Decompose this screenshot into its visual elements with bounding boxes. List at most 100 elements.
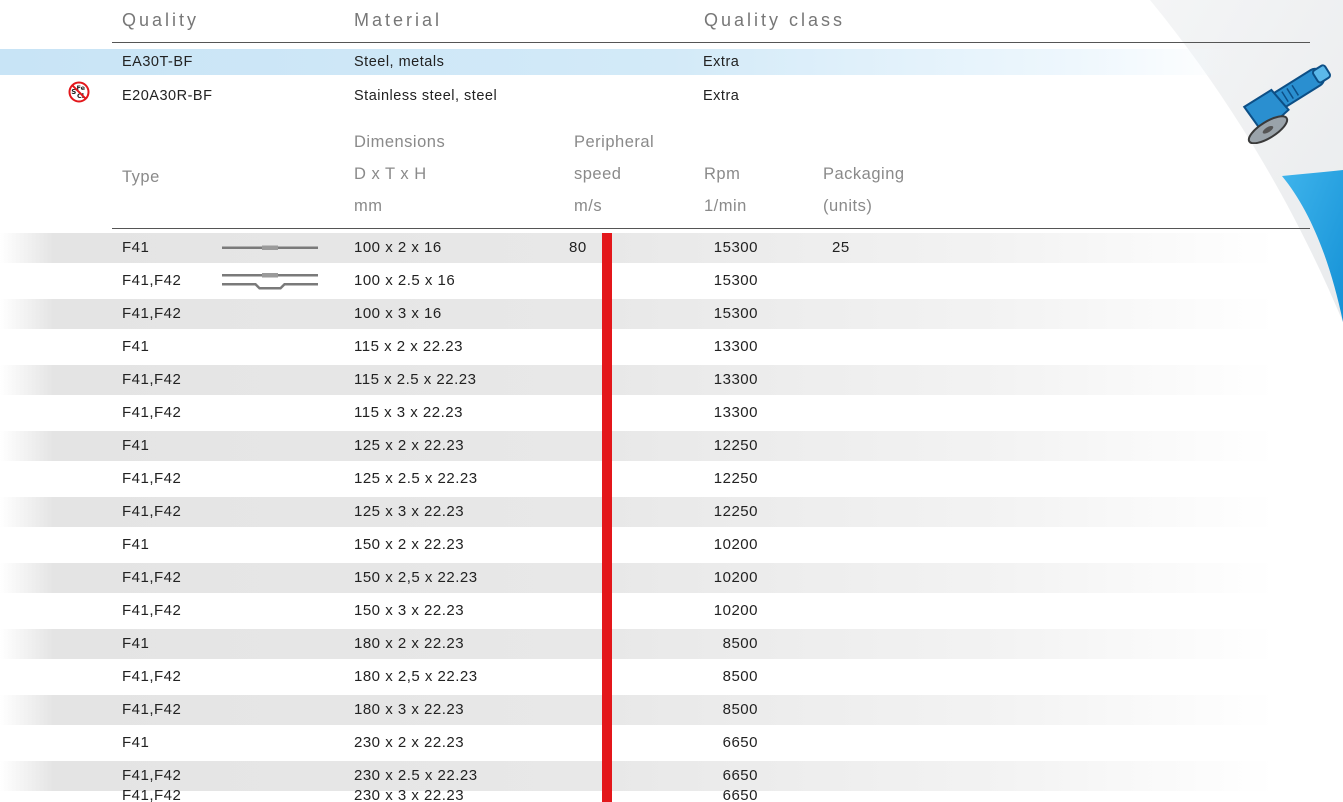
cell-rpm: 8500	[722, 635, 758, 652]
cell-dimensions: 100 x 3 x 16	[354, 305, 442, 322]
table-row: F41 230 x 2 x 22.23 6650	[0, 728, 1343, 758]
cell-dimensions: 150 x 3 x 22.23	[354, 602, 465, 619]
table-row: F41,F42 100 x 3 x 16 15300	[0, 299, 1343, 329]
quality-code: EA30T-BF	[122, 54, 193, 70]
disc-profile-f41-icon	[222, 245, 318, 250]
header-quality-class: Quality class	[704, 10, 846, 30]
header-peripheral-speed: Peripheral speed m/s	[574, 126, 654, 222]
cell-dimensions: 180 x 2,5 x 22.23	[354, 668, 478, 685]
cell-dimensions: 230 x 3 x 22.23	[354, 790, 465, 802]
quality-row: EA30T-BF Steel, metals Extra	[0, 49, 1343, 75]
cell-type: F41	[122, 239, 150, 256]
cell-dimensions: 150 x 2 x 22.23	[354, 536, 465, 553]
table-row: F41,F42 115 x 3 x 22.23 13300	[0, 398, 1343, 428]
table-row: F41,F42 230 x 3 x 22.23 6650	[0, 790, 1343, 802]
table-row: F41,F42 125 x 2.5 x 22.23 12250	[0, 464, 1343, 494]
table-row: F41,F42 125 x 3 x 22.23 12250	[0, 497, 1343, 527]
cell-dimensions: 150 x 2,5 x 22.23	[354, 569, 478, 586]
cell-rpm: 15300	[713, 239, 758, 256]
cell-dimensions: 115 x 2.5 x 22.23	[354, 371, 477, 388]
quality-table-header: Quality Material Quality class	[112, 0, 1310, 43]
quality-code: E20A30R-BF	[122, 88, 213, 104]
cell-dimensions: 115 x 3 x 22.23	[354, 404, 463, 421]
cell-rpm: 15300	[713, 272, 758, 289]
cell-type: F41,F42	[122, 569, 182, 586]
cell-rpm: 15300	[713, 305, 758, 322]
header-dimensions-line1: Dimensions	[354, 133, 446, 151]
quality-row: E20A30R-BF Stainless steel, steel Extra	[0, 83, 1343, 109]
cell-rpm: 12250	[713, 437, 758, 454]
cell-rpm: 13300	[713, 404, 758, 421]
cell-dimensions: 100 x 2.5 x 16	[354, 272, 456, 289]
table-row: F41 100 x 2 x 16 80 15300 25	[0, 233, 1343, 263]
cell-type: F41	[122, 338, 150, 355]
table-row: F41 115 x 2 x 22.23 13300	[0, 332, 1343, 362]
cell-rpm: 10200	[713, 569, 758, 586]
cell-rpm: 10200	[713, 536, 758, 553]
material: Steel, metals	[354, 54, 445, 70]
cell-rpm: 8500	[722, 668, 758, 685]
cell-dimensions: 125 x 2 x 22.23	[354, 437, 465, 454]
table-row: F41 150 x 2 x 22.23 10200	[0, 530, 1343, 560]
cell-type: F41,F42	[122, 767, 182, 784]
material: Stainless steel, steel	[354, 88, 498, 104]
table-row: F41,F42 150 x 3 x 22.23 10200	[0, 596, 1343, 626]
quality-class: Extra	[703, 88, 740, 104]
cell-type: F41,F42	[122, 602, 182, 619]
cell-rpm: 10200	[713, 602, 758, 619]
header-speed-line1: Peripheral	[574, 133, 655, 151]
cell-type: F41,F42	[122, 503, 182, 520]
header-quality: Quality	[122, 10, 200, 30]
cell-speed: 80	[569, 239, 587, 256]
cell-rpm: 12250	[713, 470, 758, 487]
cell-type: F41,F42	[122, 305, 182, 322]
cell-type: F41,F42	[122, 701, 182, 718]
header-rpm-line1: Rpm	[704, 165, 741, 183]
cell-type: F41	[122, 635, 150, 652]
table-row: F41 125 x 2 x 22.23 12250	[0, 431, 1343, 461]
s-fe-cl-free-icon: S Fe Cl	[68, 81, 90, 103]
table-row: F41,F42 100 x 2.5 x 16 15300	[0, 266, 1343, 296]
header-material: Material	[354, 10, 443, 30]
disc-profile-f42-icon	[222, 273, 318, 290]
catalog-page: Quality Material Quality class EA30T-BF …	[0, 0, 1343, 802]
peripheral-speed-marker	[602, 233, 612, 802]
cell-type: F41,F42	[122, 371, 182, 388]
header-speed-line2: speed	[574, 165, 622, 183]
table-row: F41 180 x 2 x 22.23 8500	[0, 629, 1343, 659]
cell-packaging: 25	[832, 239, 850, 256]
cell-dimensions: 180 x 3 x 22.23	[354, 701, 465, 718]
header-dimensions-unit: mm	[354, 197, 383, 215]
cell-rpm: 6650	[722, 767, 758, 784]
cell-type: F41,F42	[122, 790, 182, 802]
cell-type: F41,F42	[122, 668, 182, 685]
table-row: F41,F42 180 x 2,5 x 22.23 8500	[0, 662, 1343, 692]
table-row: F41,F42 230 x 2.5 x 22.23 6650	[0, 761, 1343, 791]
table-row: F41,F42 115 x 2.5 x 22.23 13300	[0, 365, 1343, 395]
cell-dimensions: 125 x 3 x 22.23	[354, 503, 465, 520]
header-rpm-unit: 1/min	[704, 197, 747, 215]
header-dimensions: Dimensions D x T x H mm	[354, 126, 445, 222]
header-rpm: Rpm 1/min	[704, 158, 747, 222]
cell-dimensions: 230 x 2 x 22.23	[354, 734, 465, 751]
cell-rpm: 13300	[713, 338, 758, 355]
cell-rpm: 12250	[713, 503, 758, 520]
cell-dimensions: 125 x 2.5 x 22.23	[354, 470, 478, 487]
cell-dimensions: 180 x 2 x 22.23	[354, 635, 465, 652]
table-row: F41,F42 150 x 2,5 x 22.23 10200	[0, 563, 1343, 593]
cell-type: F41	[122, 437, 150, 454]
quality-class: Extra	[703, 54, 740, 70]
spec-table-header: Type Dimensions D x T x H mm Peripheral …	[112, 126, 1310, 229]
header-type: Type	[122, 168, 160, 186]
cell-rpm: 6650	[722, 734, 758, 751]
header-packaging: Packaging (units)	[823, 158, 905, 222]
header-speed-unit: m/s	[574, 197, 603, 215]
cell-type: F41	[122, 734, 150, 751]
cell-type: F41,F42	[122, 404, 182, 421]
table-row: F41,F42 180 x 3 x 22.23 8500	[0, 695, 1343, 725]
cell-type: F41,F42	[122, 272, 182, 289]
cell-dimensions: 230 x 2.5 x 22.23	[354, 767, 478, 784]
cell-rpm: 13300	[713, 371, 758, 388]
cell-type: F41,F42	[122, 470, 182, 487]
header-dimensions-line2: D x T x H	[354, 165, 427, 183]
